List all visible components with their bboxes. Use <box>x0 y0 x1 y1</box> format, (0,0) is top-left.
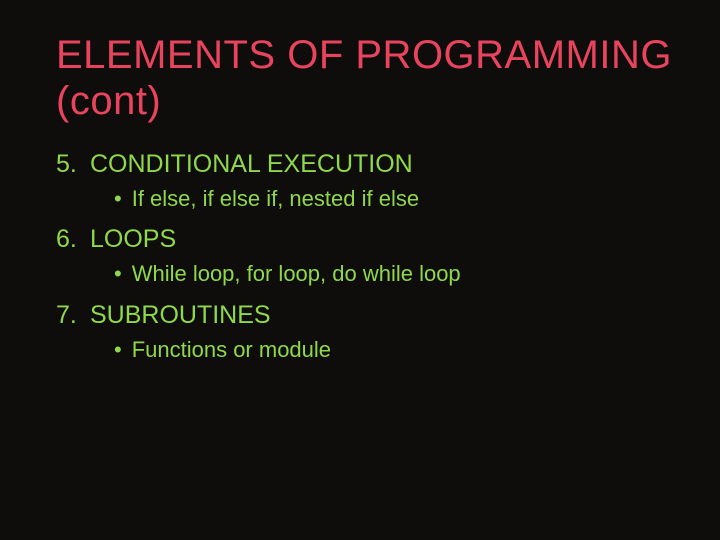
slide-container: ELEMENTS OF PROGRAMMING (cont) 5. CONDIT… <box>0 0 720 540</box>
sub-item-text: Functions or module <box>132 335 331 365</box>
sub-list: • While loop, for loop, do while loop <box>56 259 672 289</box>
item-heading-row: 7. SUBROUTINES <box>56 299 672 333</box>
sub-list: • If else, if else if, nested if else <box>56 184 672 214</box>
item-number: 5. <box>56 148 86 182</box>
sub-item: • Functions or module <box>56 335 672 365</box>
item-heading-row: 6. LOOPS <box>56 223 672 257</box>
bullet-icon: • <box>114 259 122 289</box>
list-item: 6. LOOPS • While loop, for loop, do whil… <box>56 223 672 288</box>
list-item: 7. SUBROUTINES • Functions or module <box>56 299 672 364</box>
bullet-icon: • <box>114 184 122 214</box>
item-heading: LOOPS <box>90 223 176 257</box>
main-list: 5. CONDITIONAL EXECUTION • If else, if e… <box>56 148 672 364</box>
item-number: 7. <box>56 299 86 333</box>
item-heading: SUBROUTINES <box>90 299 271 333</box>
item-heading: CONDITIONAL EXECUTION <box>90 148 413 182</box>
bullet-icon: • <box>114 335 122 365</box>
slide-title: ELEMENTS OF PROGRAMMING (cont) <box>56 32 672 124</box>
sub-item-text: While loop, for loop, do while loop <box>132 259 461 289</box>
item-heading-row: 5. CONDITIONAL EXECUTION <box>56 148 672 182</box>
sub-list: • Functions or module <box>56 335 672 365</box>
item-number: 6. <box>56 223 86 257</box>
sub-item: • While loop, for loop, do while loop <box>56 259 672 289</box>
sub-item: • If else, if else if, nested if else <box>56 184 672 214</box>
list-item: 5. CONDITIONAL EXECUTION • If else, if e… <box>56 148 672 213</box>
sub-item-text: If else, if else if, nested if else <box>132 184 419 214</box>
